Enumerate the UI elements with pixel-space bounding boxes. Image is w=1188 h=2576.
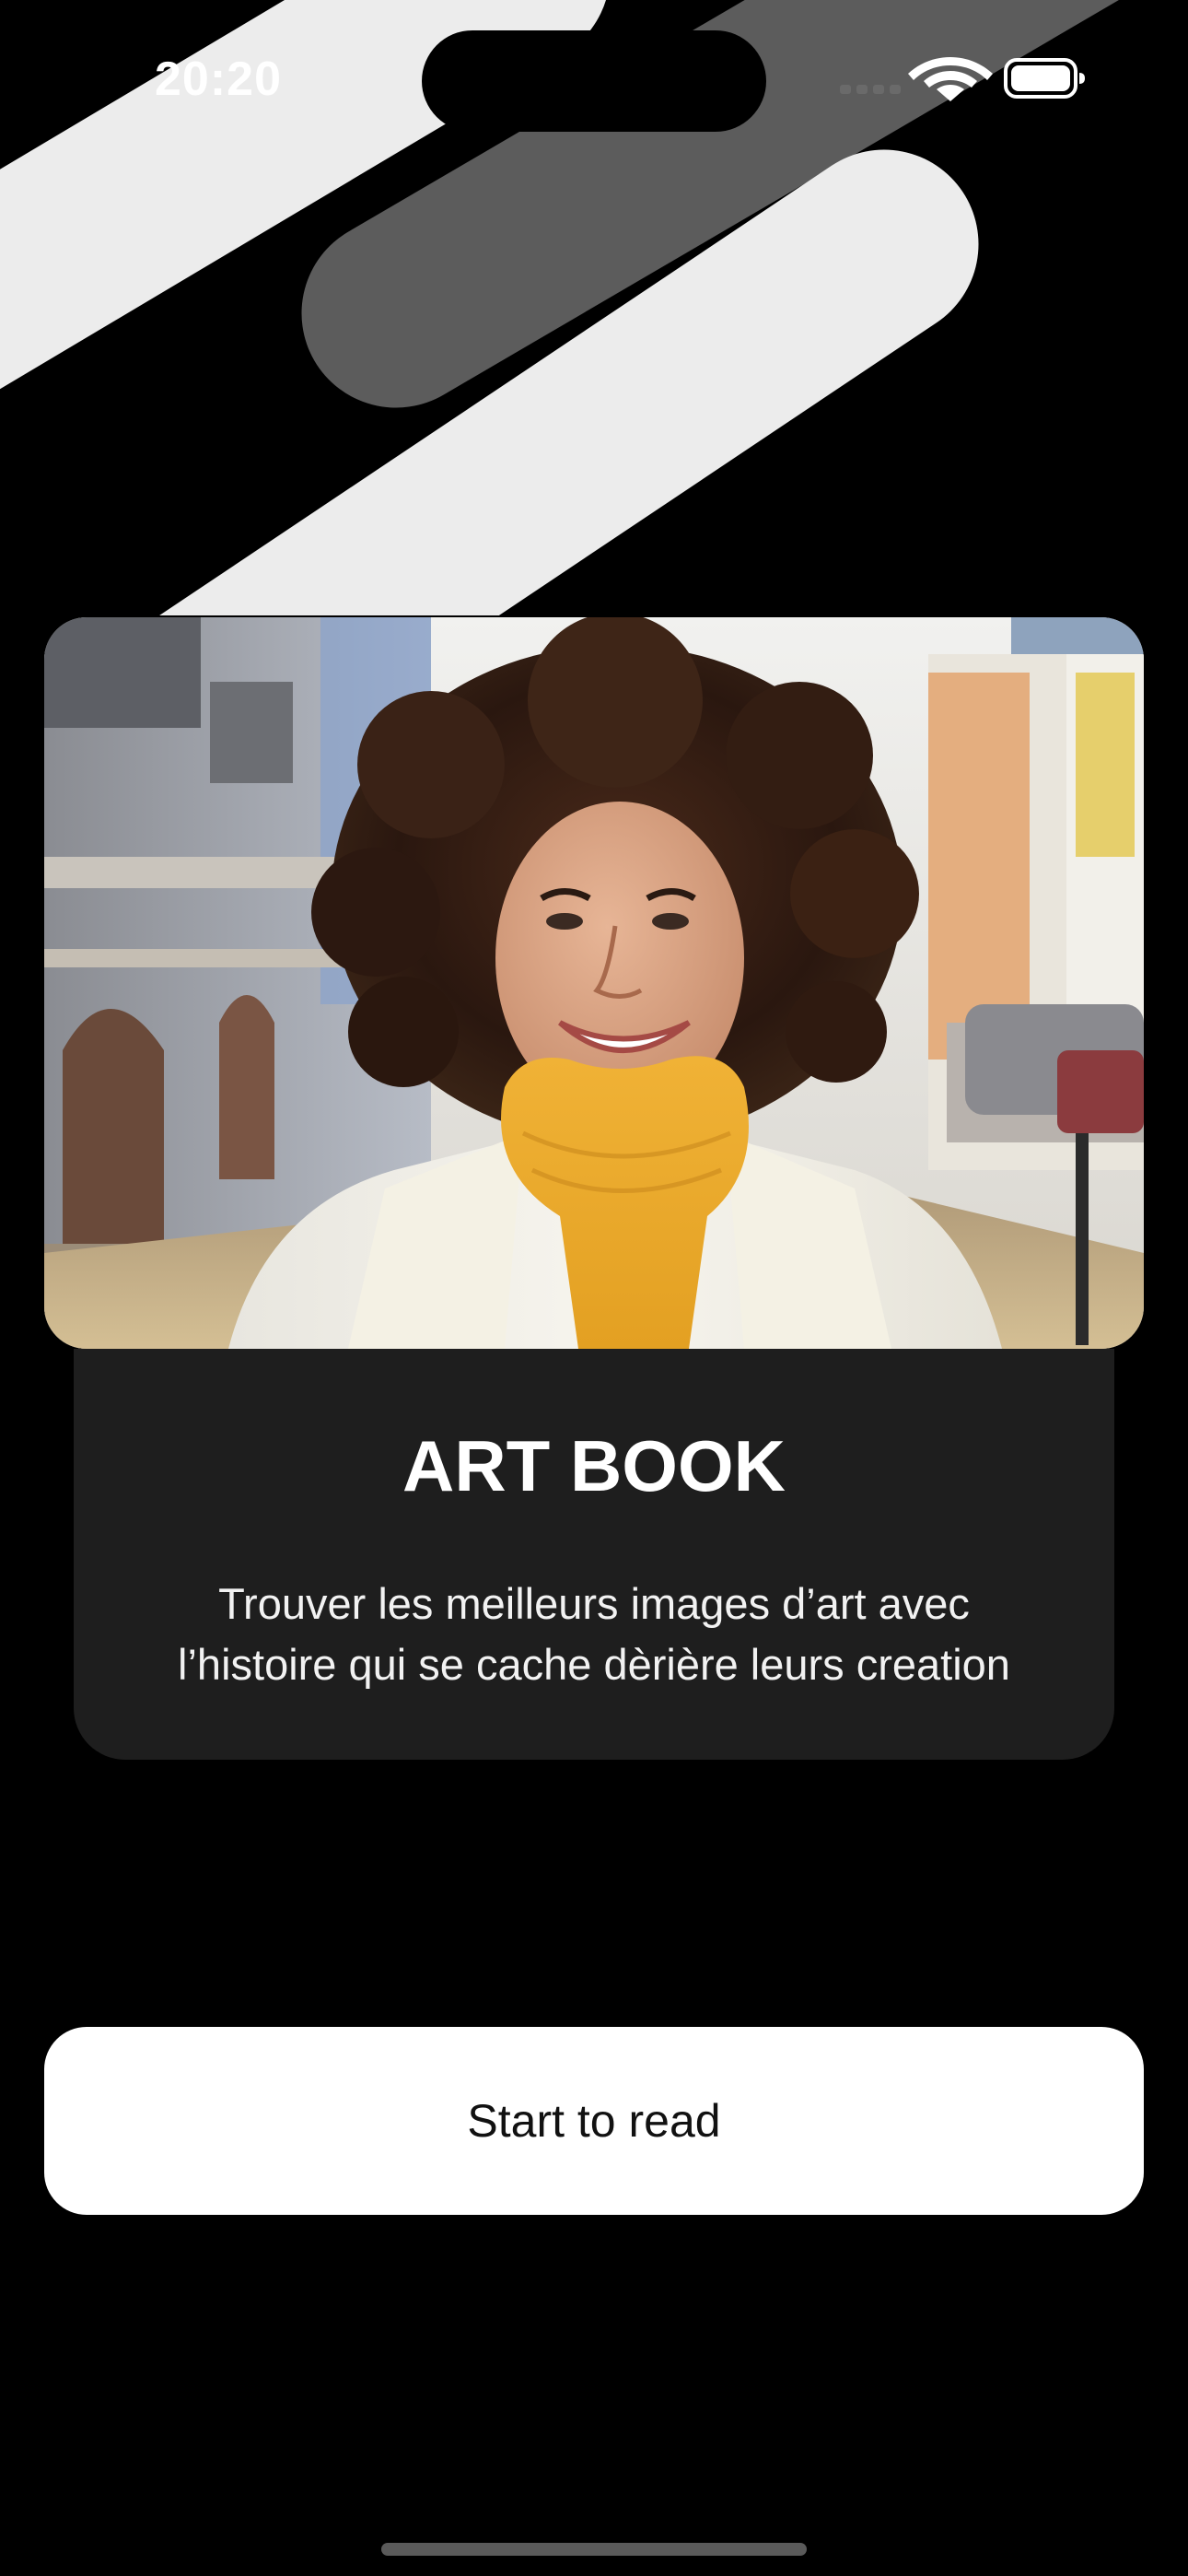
app-description: Trouver les meilleurs images d’art avec … [101,1574,1087,1695]
cellular-signal-icon [840,85,901,94]
status-time: 20:20 [155,53,282,106]
dynamic-island [422,30,766,132]
description-line-1: Trouver les meilleurs images d’art avec [218,1579,970,1628]
wifi-icon [908,57,993,101]
start-to-read-label: Start to read [467,2095,721,2147]
info-card: ART BOOK Trouver les meilleurs images d’… [74,1349,1114,1760]
home-indicator [381,2543,807,2556]
description-line-2: l’histoire qui se cache dèrière leurs cr… [178,1640,1010,1689]
battery-icon [1004,58,1085,99]
status-icons [840,57,1085,101]
portrait-photo [44,617,1144,1349]
app-title: ART BOOK [402,1425,786,1506]
start-to-read-button[interactable]: Start to read [44,2027,1144,2215]
